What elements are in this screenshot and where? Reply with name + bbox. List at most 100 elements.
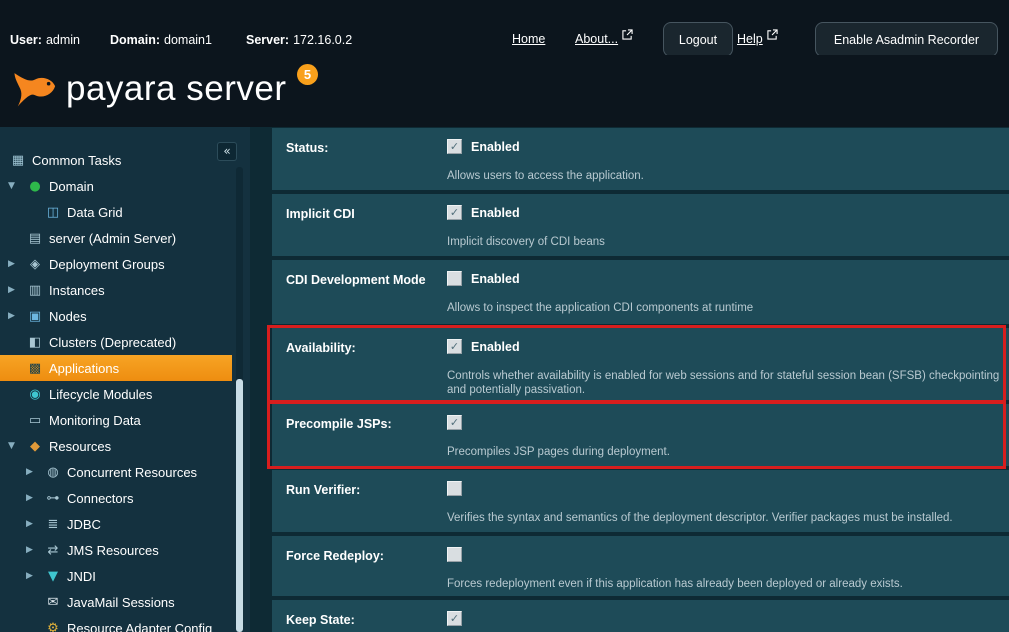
chevron-right-icon[interactable]: ▶ xyxy=(26,545,43,555)
applications-icon: ▩ xyxy=(25,361,45,376)
main-content: Status:✓EnabledAllows users to access th… xyxy=(250,127,1009,632)
form-row-implicit-cdi: Implicit CDI ✓ Enabled Implicit discovery o… xyxy=(272,194,1009,256)
sidebar: « ▦Common Tasks▼●Domain◫Data Grid▤server… xyxy=(0,127,250,632)
chevron-right-icon[interactable]: ▶ xyxy=(26,571,43,581)
sidebar-item-label: Common Tasks xyxy=(32,153,121,168)
server-info: Server:172.16.0.2 xyxy=(246,33,352,47)
sidebar-item-domain[interactable]: ▼● Domain xyxy=(0,173,232,199)
server-value: 172.16.0.2 xyxy=(293,33,352,47)
nodes-icon: ▣ xyxy=(25,309,45,324)
sidebar-item-javamail-sessions[interactable]: ✉JavaMail Sessions xyxy=(0,589,232,615)
about-link[interactable]: About... xyxy=(575,32,633,46)
sidebar-item-label: Deployment Groups xyxy=(49,257,165,272)
sidebar-item-applications[interactable]: ▩ Applications xyxy=(0,355,232,381)
common-tasks-icon: ▦ xyxy=(8,153,28,168)
sidebar-item-jndi[interactable]: ▶▼ JNDI xyxy=(0,563,232,589)
checkbox-label: Enabled xyxy=(471,340,520,354)
sidebar-item-resources[interactable]: ▼◆Resources xyxy=(0,433,232,459)
field-description: Verifies the syntax and semantics of the… xyxy=(447,512,1001,526)
chevron-right-icon[interactable]: ▶ xyxy=(26,467,43,477)
sidebar-item-instances[interactable]: ▶▥ Instances xyxy=(0,277,232,303)
checkbox-availability[interactable]: ✓ xyxy=(447,339,462,354)
field-description: Forces redeployment even if this applica… xyxy=(447,578,1001,592)
payara-fish-logo-icon xyxy=(8,69,60,113)
sidebar-item-label: JavaMail Sessions xyxy=(67,595,175,610)
external-link-icon xyxy=(622,29,633,40)
sidebar-item-label: Instances xyxy=(49,283,105,298)
form-row-run-verifier: Run Verifier:Verifies the syntax and sem… xyxy=(272,470,1009,532)
form-row-status: Status:✓EnabledAllows users to access th… xyxy=(272,128,1009,190)
sidebar-item-monitoring-data[interactable]: ▭Monitoring Data xyxy=(0,407,232,433)
sidebar-item-jms-resources[interactable]: ▶⇄JMS Resources xyxy=(0,537,232,563)
field-description: Implicit discovery of CDI beans xyxy=(447,236,1001,250)
chevron-right-icon[interactable]: ▶ xyxy=(8,285,25,295)
checkbox-cdi-development-mode[interactable] xyxy=(447,271,462,286)
field-label: Status: xyxy=(286,141,328,155)
resources-icon: ◆ xyxy=(25,439,45,454)
field-control: ✓Enabled xyxy=(447,139,520,154)
sidebar-item-clusters-deprecated[interactable]: ◧Clusters (Deprecated) xyxy=(0,329,232,355)
sidebar-item-connectors[interactable]: ▶⊶ Connectors xyxy=(0,485,232,511)
sidebar-item-label: server (Admin Server) xyxy=(49,231,176,246)
scrollbar-thumb[interactable] xyxy=(236,379,243,632)
sidebar-item-jdbc[interactable]: ▶≣JDBC xyxy=(0,511,232,537)
checkbox-status[interactable]: ✓ xyxy=(447,139,462,154)
sidebar-item-label: JDBC xyxy=(67,517,101,532)
field-description: Controls whether availability is enabled… xyxy=(447,370,1001,397)
sidebar-item-data-grid[interactable]: ◫Data Grid xyxy=(0,199,232,225)
domain-label: Domain: xyxy=(110,33,160,47)
chevron-down-icon[interactable]: ▼ xyxy=(8,181,25,191)
deployment-groups-icon: ◈ xyxy=(25,257,45,272)
jndi-funnel-icon: ▼ xyxy=(43,569,63,584)
field-label: Implicit CDI xyxy=(286,207,355,221)
user-value: admin xyxy=(46,33,80,47)
brand-bar: payara server 5 xyxy=(0,55,1009,127)
instances-icon: ▥ xyxy=(25,283,45,298)
field-control: ✓ Enabled xyxy=(447,205,520,220)
sidebar-item-deployment-groups[interactable]: ▶◈ Deployment Groups xyxy=(0,251,232,277)
form-row-cdi-development-mode: CDI Development ModeEnabledAllows to ins… xyxy=(272,260,1009,324)
home-link[interactable]: Home xyxy=(512,32,545,46)
sidebar-item-lifecycle-modules[interactable]: ◉Lifecycle Modules xyxy=(0,381,232,407)
domain-icon: ● xyxy=(25,179,45,194)
sidebar-item-server-admin-server[interactable]: ▤server (Admin Server) xyxy=(0,225,232,251)
checkbox-run-verifier[interactable] xyxy=(447,481,462,496)
sidebar-item-concurrent-resources[interactable]: ▶◍Concurrent Resources xyxy=(0,459,232,485)
sidebar-collapse-button[interactable]: « xyxy=(217,142,237,161)
chevron-right-icon[interactable]: ▶ xyxy=(26,493,43,503)
sidebar-item-label: Applications xyxy=(49,361,119,376)
checkbox-precompile-jsps[interactable]: ✓ xyxy=(447,415,462,430)
checkbox-implicit-cdi[interactable]: ✓ xyxy=(447,205,462,220)
enable-asadmin-recorder-button[interactable]: Enable Asadmin Recorder xyxy=(815,22,998,57)
field-label: CDI Development Mode xyxy=(286,273,426,287)
sidebar-item-label: Clusters (Deprecated) xyxy=(49,335,176,350)
sidebar-item-resource-adapter-config[interactable]: ⚙Resource Adapter Config xyxy=(0,615,232,632)
connectors-icon: ⊶ xyxy=(43,491,63,506)
chevron-right-icon[interactable]: ▶ xyxy=(8,311,25,321)
form-row-availability: Availability:✓EnabledControls whether av… xyxy=(272,328,1009,400)
monitoring-data-icon: ▭ xyxy=(25,413,45,428)
field-description: Precompiles JSP pages during deployment. xyxy=(447,446,1001,460)
checkbox-force-redeploy[interactable] xyxy=(447,547,462,562)
chevron-down-icon[interactable]: ▼ xyxy=(8,441,25,451)
field-description: Allows to inspect the application CDI co… xyxy=(447,302,1001,316)
logout-button[interactable]: Logout xyxy=(663,22,733,57)
sidebar-item-common-tasks[interactable]: ▦ Common Tasks xyxy=(0,147,232,173)
checkbox-label: Enabled xyxy=(471,206,520,220)
chevron-right-icon[interactable]: ▶ xyxy=(8,259,25,269)
chevron-right-icon[interactable]: ▶ xyxy=(26,519,43,529)
sidebar-item-nodes[interactable]: ▶▣Nodes xyxy=(0,303,232,329)
domain-value: domain1 xyxy=(164,33,212,47)
field-control xyxy=(447,481,462,496)
sidebar-item-label: Data Grid xyxy=(67,205,123,220)
sidebar-item-label: Connectors xyxy=(67,491,133,506)
checkbox-keep-state[interactable]: ✓ xyxy=(447,611,462,626)
help-link[interactable]: Help xyxy=(737,32,778,46)
sidebar-item-label: JNDI xyxy=(67,569,96,584)
field-control: ✓ Enabled xyxy=(447,339,520,354)
external-link-icon xyxy=(767,29,778,40)
sidebar-item-label: Concurrent Resources xyxy=(67,465,197,480)
field-control: ✓ xyxy=(447,611,462,626)
sidebar-scrollbar[interactable] xyxy=(236,167,243,632)
sidebar-item-label: Domain xyxy=(49,179,94,194)
